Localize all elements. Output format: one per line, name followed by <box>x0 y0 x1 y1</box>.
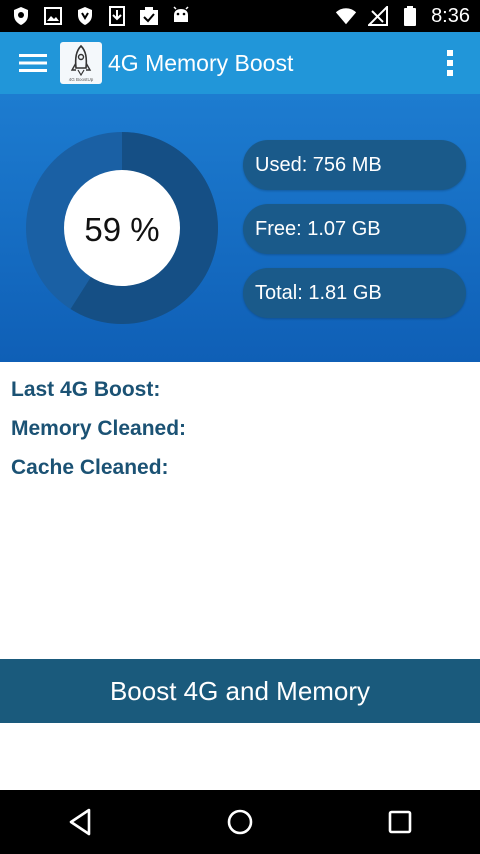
last-boost-label: Last 4G Boost: <box>11 378 161 401</box>
rocket-icon: 4G BoostUp <box>69 44 94 82</box>
shield-icon <box>74 5 96 27</box>
home-icon <box>227 809 253 835</box>
shield-icon <box>10 5 32 27</box>
used-memory-text: Used: 756 MB <box>255 153 382 176</box>
wifi-icon <box>335 5 357 27</box>
overflow-menu-button[interactable] <box>420 32 480 94</box>
signal-icon <box>367 5 389 27</box>
free-memory-pill: Free: 1.07 GB <box>243 204 466 254</box>
back-icon <box>69 808 91 836</box>
boost-button-label: Boost 4G and Memory <box>109 675 371 706</box>
used-memory-pill: Used: 756 MB <box>243 140 466 190</box>
memory-percent: 59 % <box>84 211 160 248</box>
app-bar: 4G BoostUp 4G Memory Boost <box>0 32 480 94</box>
battery-icon <box>399 5 421 27</box>
download-icon <box>106 5 128 27</box>
clock-time: 8:36 <box>431 4 470 27</box>
cache-cleaned-label: Cache Cleaned: <box>11 456 169 479</box>
app-logo: 4G BoostUp <box>60 42 102 84</box>
notification-icons <box>10 5 192 27</box>
free-memory-text: Free: 1.07 GB <box>255 217 381 240</box>
total-memory-text: Total: 1.81 GB <box>255 281 382 304</box>
back-button[interactable] <box>50 792 110 852</box>
boost-button[interactable]: Boost 4G and Memory <box>0 659 480 723</box>
android-icon <box>170 5 192 27</box>
status-bar: 8:36 <box>0 0 480 32</box>
memory-panel: 59 % Used: 756 MB Free: 1.07 GB Total: 1… <box>0 94 480 362</box>
hamburger-icon <box>19 54 47 72</box>
navigation-bar <box>0 790 480 854</box>
app-title: 4G Memory Boost <box>108 49 294 76</box>
system-icons: 8:36 <box>335 5 470 28</box>
menu-button[interactable] <box>0 32 66 94</box>
boost-info: Last 4G Boost: Memory Cleaned: Cache Cle… <box>11 375 186 492</box>
recents-icon <box>388 810 412 834</box>
image-icon <box>42 5 64 27</box>
logo-text: 4G BoostUp <box>69 77 94 82</box>
clipboard-check-icon <box>138 5 160 27</box>
recents-button[interactable] <box>370 792 430 852</box>
total-memory-pill: Total: 1.81 GB <box>243 268 466 318</box>
home-button[interactable] <box>210 792 270 852</box>
more-vertical-icon <box>447 50 453 76</box>
memory-cleaned-label: Memory Cleaned: <box>11 417 187 440</box>
